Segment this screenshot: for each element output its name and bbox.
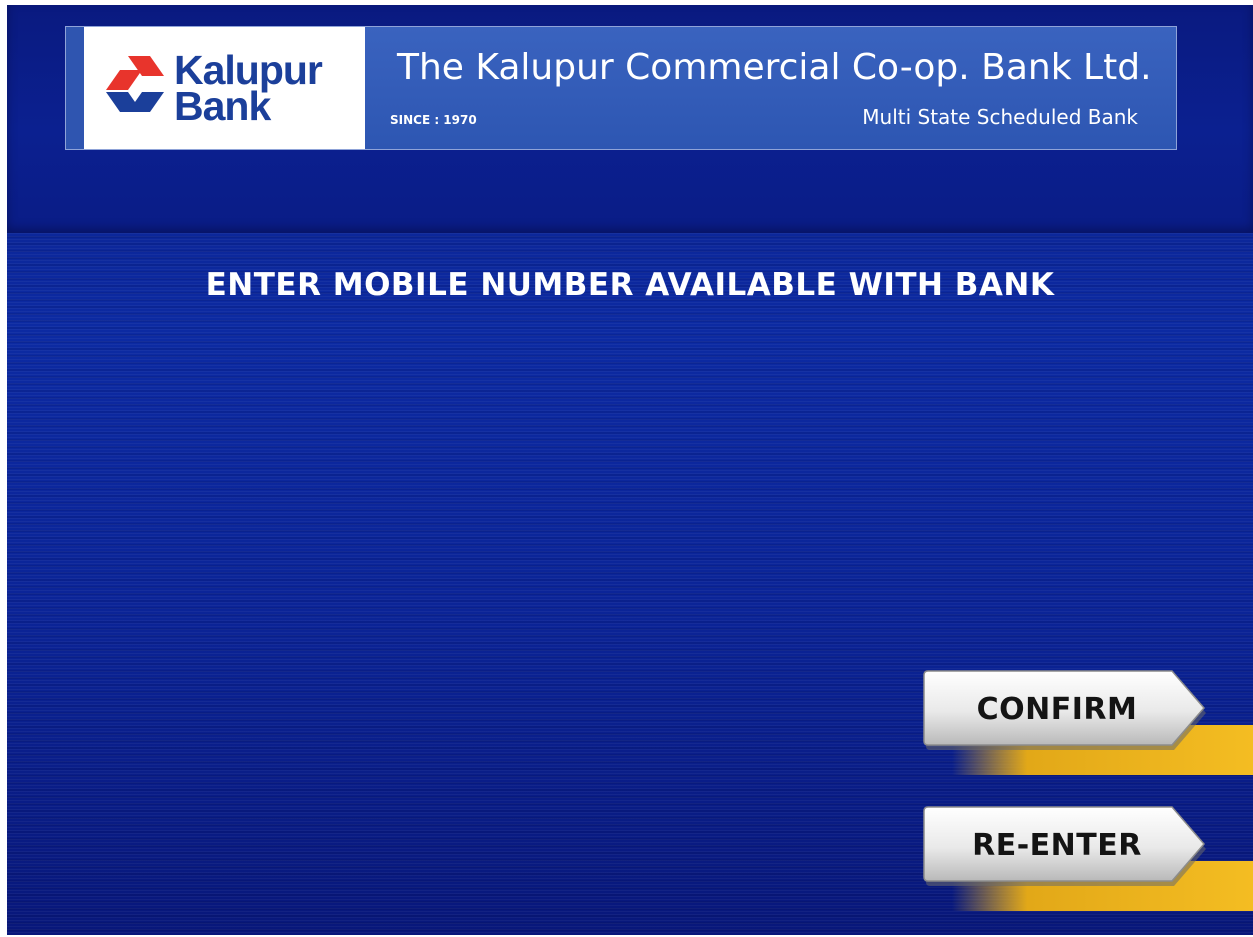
atm-screen: Kalupur Bank The Kalupur Commercial Co-o… xyxy=(7,5,1253,935)
confirm-label[interactable]: CONFIRM xyxy=(926,671,1188,747)
logo-wordmark: Kalupur Bank xyxy=(174,50,323,129)
confirm-button[interactable]: CONFIRM xyxy=(922,665,1253,775)
logo-line-bank: Bank xyxy=(174,83,271,129)
kalupur-logo-icon xyxy=(106,56,164,112)
bank-name: The Kalupur Commercial Co-op. Bank Ltd. xyxy=(397,47,1152,88)
since-year: SINCE : 1970 xyxy=(390,113,477,127)
page-prompt: ENTER MOBILE NUMBER AVAILABLE WITH BANK xyxy=(205,267,1055,303)
bank-banner: Kalupur Bank The Kalupur Commercial Co-o… xyxy=(65,26,1177,150)
bank-logo: Kalupur Bank xyxy=(84,27,365,149)
re-enter-button[interactable]: RE-ENTER xyxy=(922,801,1253,911)
re-enter-label[interactable]: RE-ENTER xyxy=(926,807,1188,883)
bank-tagline: Multi State Scheduled Bank xyxy=(862,105,1138,129)
banner-title-area: The Kalupur Commercial Co-op. Bank Ltd. … xyxy=(365,27,1176,149)
